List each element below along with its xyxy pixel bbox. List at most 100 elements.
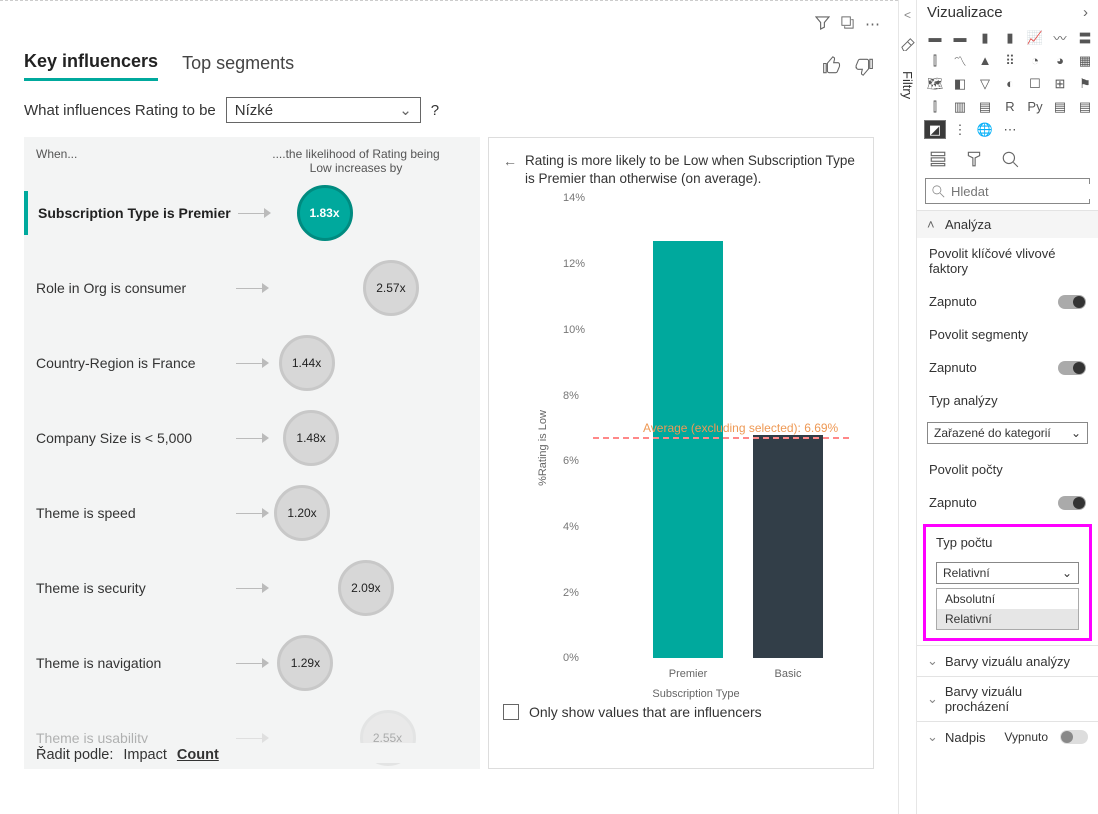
section-drill-colors[interactable]: ⌄ Barvy vizuálu procházení [917,676,1098,721]
eraser-icon[interactable] [900,36,915,51]
viz-icon-kpi[interactable]: ⚑ [1075,75,1095,92]
influencer-bubble[interactable]: 1.83x [297,185,353,241]
viz-icon-clustered-column[interactable]: ▮ [1000,29,1020,46]
viz-icon-table2[interactable]: ▤ [1075,98,1095,115]
only-influencers-checkbox[interactable] [503,704,519,720]
chevron-down-icon: ⌄ [1062,566,1072,580]
collapse-pane-icon[interactable]: › [1083,4,1088,21]
influencer-row[interactable]: Theme is security2.09x [36,550,468,625]
x-tick: Basic [753,668,823,680]
influencer-row[interactable]: Subscription Type is Premier 1.83x [36,175,468,250]
enable-counts-state: Zapnuto [929,495,977,510]
section-title[interactable]: ⌄ Nadpis Vypnuto [917,721,1098,752]
y-tick: 12% [563,258,585,270]
viz-icon-key-influencer[interactable]: ◩ [925,121,945,138]
y-tick: 8% [563,390,579,402]
influencer-row[interactable]: Theme is navigation1.29x [36,625,468,700]
influencer-bubble[interactable]: 2.57x [363,260,419,316]
influencers-list: When... ....the likelihood of Rating bei… [24,137,480,769]
viz-icon-ribbon[interactable]: 〽 [950,52,970,69]
option-relativni[interactable]: Relativní [937,609,1078,629]
analytics-tab-icon[interactable] [1001,150,1019,168]
influencer-bubble[interactable]: 1.48x [283,410,339,466]
viz-icon-map[interactable]: 🗺 [925,75,945,92]
viz-icon-line-column[interactable]: ⫿ [925,52,945,69]
bar-premier[interactable] [653,241,723,658]
count-type-select[interactable]: Relativní ⌄ [936,562,1079,584]
search-input[interactable] [925,178,1090,204]
back-arrow-icon[interactable]: ← [503,152,517,188]
viz-icon-python[interactable]: Py [1025,98,1045,115]
influencer-bubble[interactable]: 1.29x [277,635,333,691]
viz-icon-waterfall[interactable]: ▲ [975,52,995,69]
filter-icon[interactable] [815,15,830,33]
viz-icon-clustered-bar[interactable]: ▬ [950,29,970,46]
influencer-row[interactable]: Theme is speed1.20x [36,475,468,550]
viz-icon-r[interactable]: R [1000,98,1020,115]
filters-label[interactable]: Filtry [900,71,915,99]
fields-tab-icon[interactable] [929,150,947,168]
highlighted-count-type: Typ počtu Relativní ⌄ Absolutní Relativn… [923,524,1092,641]
viz-icon-card[interactable]: ☐ [1025,75,1045,92]
title-toggle[interactable] [1060,730,1088,744]
influencer-label: Country-Region is France [36,355,236,371]
analysis-type-select[interactable]: Zařazené do kategorií ⌄ [927,422,1088,444]
viz-icon-filled-map[interactable]: ◧ [950,75,970,92]
column-chart: %Rating is Low 0%2%4%6%8%10%12%14% Avera… [533,198,859,698]
viz-icon-funnel[interactable]: ▽ [975,75,995,92]
viz-icon-scatter[interactable]: ⠿ [1000,52,1020,69]
viz-icon-stacked-bar[interactable]: ▬ [925,29,945,46]
viz-icon-table[interactable]: ▥ [950,98,970,115]
section-analysis-colors[interactable]: ⌄ Barvy vizuálu analýzy [917,645,1098,676]
influencer-row[interactable]: Country-Region is France 1.44x [36,325,468,400]
expand-filters-icon[interactable]: < [904,8,911,22]
bar-basic[interactable] [753,435,823,658]
enable-ki-toggle[interactable] [1058,295,1086,309]
viz-icon-matrix[interactable]: ▤ [975,98,995,115]
viz-icon-py[interactable]: ▤ [1050,98,1070,115]
viz-icon-donut[interactable]: ◕ [1050,52,1070,69]
viz-icon-paginated[interactable]: 🌐 [975,121,995,138]
chevron-down-icon: ⌄ [927,653,939,669]
enable-ki-state: Zapnuto [929,294,977,309]
enable-ki-label: Povolit klíčové vlivové faktory [929,246,1086,276]
format-tab-icon[interactable] [965,150,983,168]
enable-segments-label: Povolit segmenty [929,327,1086,342]
viz-icon-multi-card[interactable]: ⊞ [1050,75,1070,92]
influencer-row[interactable]: Theme is usability2.55x [36,700,468,775]
viz-icon-stacked-area[interactable]: 〓 [1075,29,1095,46]
influencer-row[interactable]: Role in Org is consumer2.57x [36,250,468,325]
ellipsis-icon[interactable]: ⋯ [865,15,880,33]
enable-counts-toggle[interactable] [1058,496,1086,510]
influencer-label: Company Size is < 5,000 [36,430,236,446]
influencer-row[interactable]: Company Size is < 5,000 1.48x [36,400,468,475]
influencer-bubble[interactable]: 1.20x [274,485,330,541]
section-analysis[interactable]: ˄ Analýza [917,210,1098,238]
question-help[interactable]: ? [431,102,439,119]
viz-icon-decomposition[interactable]: ⋮ [950,121,970,138]
sort-impact[interactable]: Impact [123,747,167,763]
viz-icon-slicer[interactable]: ⫿ [925,98,945,115]
sort-count[interactable]: Count [177,747,219,763]
option-absolutni[interactable]: Absolutní [937,589,1078,609]
y-tick: 10% [563,324,585,336]
viz-icon-gauge[interactable]: ◐ [1000,75,1020,92]
viz-icon-pie[interactable]: ◔ [1025,52,1045,69]
influencer-bubble[interactable]: 2.09x [338,560,394,616]
viz-icon-treemap[interactable]: ▦ [1075,52,1095,69]
tab-top-segments[interactable]: Top segments [182,53,294,80]
enable-segments-toggle[interactable] [1058,361,1086,375]
influencer-bubble[interactable]: 1.44x [279,335,335,391]
question-prefix: What influences Rating to be [24,102,216,119]
thumbs-up-icon[interactable] [822,56,842,76]
question-dropdown[interactable]: Nízké ⌄ [226,97,421,123]
thumbs-down-icon[interactable] [854,56,874,76]
viz-icon-area[interactable]: 〰 [1050,29,1070,46]
viz-icon-stacked-column[interactable]: ▮ [975,29,995,46]
viz-icon-more[interactable]: ⋯ [1000,121,1020,138]
influencer-label: Subscription Type is Premier [38,205,238,221]
focus-icon[interactable] [840,15,855,33]
tab-key-influencers[interactable]: Key influencers [24,51,158,81]
viz-icon-line[interactable]: 📈 [1025,29,1045,46]
visual-header: ⋯ [815,15,880,33]
